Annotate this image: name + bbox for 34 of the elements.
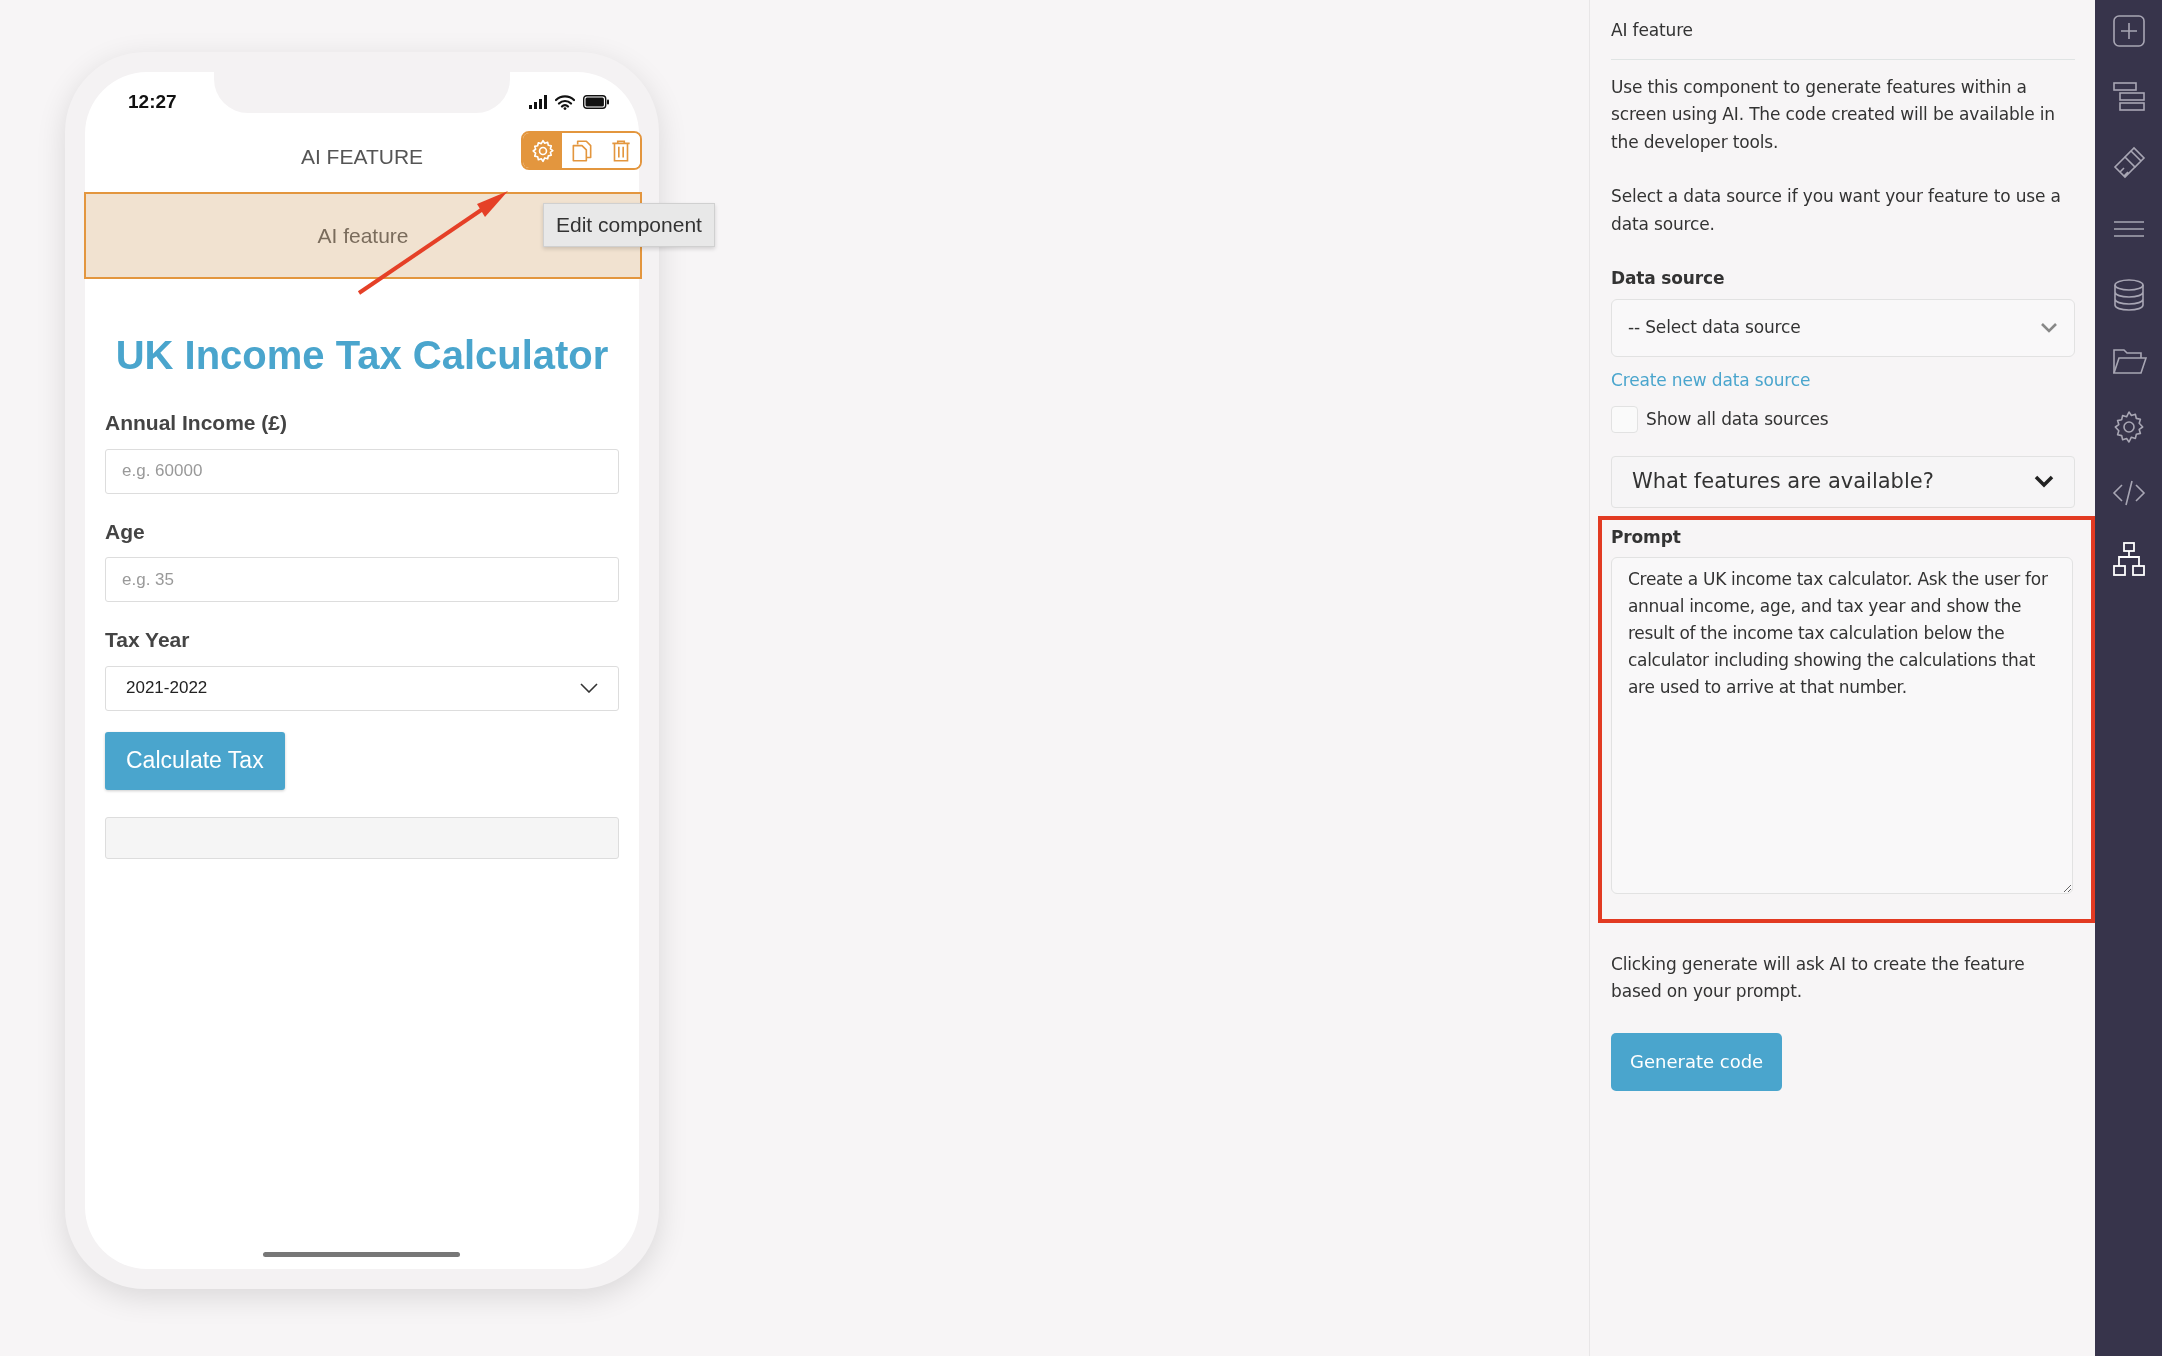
field-label: Data source [1611,267,1726,290]
wifi-icon [555,94,575,110]
calculator-title: UK Income Tax Calculator [114,332,610,379]
input-field[interactable]: e.g. 35 [105,557,619,602]
accordion-header[interactable]: What features are available? [1611,455,2075,508]
tooltip: Edit component [543,203,715,247]
chevron-down-icon [2040,322,2058,333]
description-text: Use this component to generate features within a screen using AI. The code created will be available in the developer tools. [1611,75,2056,154]
screen-title: AI FEATURE [300,144,424,171]
description-text: Select a data source if you want your feature to use a data source. [1611,185,2062,236]
prompt-textarea[interactable]: Create a UK income tax calculator. Ask the user for annual income, age, and tax year and show the result of the income tax calculation below the calculator including showing the calculations that are used to arrive at that number. [1611,557,2073,894]
sitemap-icon[interactable] [2110,541,2147,577]
select-value: 2021-2022 [126,677,208,700]
select-value: -- Select data source [1628,315,1801,339]
status-time: 12:27 [128,89,177,114]
field-label: Prompt [1611,525,1682,549]
checkbox[interactable] [1611,406,1638,434]
signal-icon [529,95,547,109]
checkbox-label: Show all data sources [1646,408,1829,431]
field-label: Age [105,518,146,545]
description-text: Clicking generate will ask AI to create the feature based on your prompt. [1611,952,2026,1003]
chevron-down-icon [580,683,598,693]
plus-square-icon[interactable] [2110,13,2147,49]
field-label: Annual Income (£) [105,410,289,436]
input-field[interactable]: e.g. 60000 [105,448,619,494]
field-label: Tax Year [105,627,191,653]
settings-icon [529,137,556,164]
panel-title: AI feature [1611,0,2075,60]
settings-button[interactable] [523,133,562,168]
select-field[interactable]: 2021-2022 [105,665,619,711]
battery-icon [583,95,609,109]
data-source-select[interactable]: -- Select data source [1611,298,2075,357]
component-label: AI feature [317,222,409,249]
chevron-down-icon [2034,475,2054,488]
